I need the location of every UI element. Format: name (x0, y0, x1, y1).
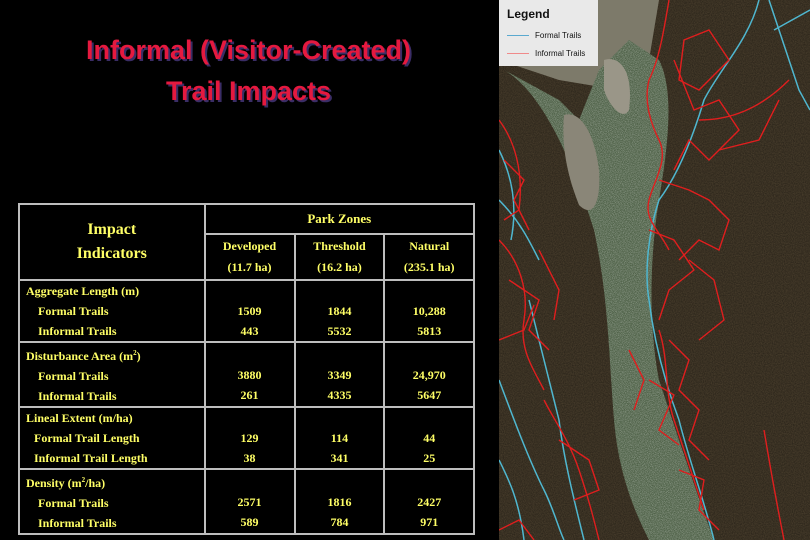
value: 5813 (417, 324, 442, 338)
value-cell-developed: 2571 589 (203, 468, 296, 535)
value: 5532 (327, 324, 352, 338)
legend-title: Legend (507, 7, 550, 21)
header-line-2: Indicators (76, 245, 147, 262)
legend-label: Formal Trails (535, 31, 582, 40)
value-cell-natural: 10,288 5813 (383, 279, 475, 343)
section-title: Density (m2/ha) (26, 476, 106, 490)
row-label: Formal Trail Length (34, 431, 140, 445)
legend-label: Informal Trails (535, 49, 586, 58)
title-line-2: Trail Impacts (165, 76, 332, 106)
value: 2571 (237, 494, 262, 509)
row-label: Informal Trails (38, 324, 117, 338)
value: 784 (330, 514, 349, 529)
impact-table: Impact Indicators Park Zones Developed (… (18, 203, 476, 535)
zone-name: Natural (409, 239, 450, 253)
section-disturbance-area: Disturbance Area (m2) Formal Trails Info… (18, 341, 475, 408)
section-title: Lineal Extent (m/ha) (26, 411, 133, 425)
row-label: Informal Trail Length (34, 451, 148, 465)
trail-map-aerial-image (499, 0, 810, 540)
value: 24,970 (412, 367, 446, 382)
value: 2427 (417, 494, 442, 509)
map-legend: Legend Formal Trails Informal Trails (499, 0, 598, 66)
zone-header-threshold: Threshold (16.2 ha) (293, 233, 386, 281)
section-title: Disturbance Area (m2) (26, 349, 141, 363)
zone-area: (235.1 ha) (403, 260, 455, 274)
zone-area: (16.2 ha) (317, 260, 362, 274)
value-cell-developed: 129 38 (203, 406, 296, 470)
value: 1509 (237, 304, 262, 318)
value: 1816 (327, 494, 352, 509)
value: 1844 (327, 304, 352, 318)
zone-area: (11.7 ha) (227, 260, 272, 274)
value: 971 (420, 514, 439, 529)
value: 443 (240, 324, 259, 338)
value: 3880 (237, 367, 262, 382)
row-label: Formal Trails (38, 369, 109, 383)
value-cell-natural: 2427 971 (383, 468, 475, 535)
value: 10,288 (412, 304, 446, 318)
zone-header-developed: Developed (11.7 ha) (203, 233, 296, 281)
formal-trail-line-icon (507, 35, 529, 36)
section-label-cell: Disturbance Area (m2) Formal Trails Info… (18, 341, 206, 408)
legend-item-formal-trails: Formal Trails (507, 31, 581, 40)
value-cell-threshold: 1844 5532 (293, 279, 386, 343)
legend-item-informal-trails: Informal Trails (507, 49, 585, 58)
value-cell-developed: 1509 443 (203, 279, 296, 343)
section-label-cell: Aggregate Length (m) Formal Trails Infor… (18, 279, 206, 343)
zone-header-natural: Natural (235.1 ha) (383, 233, 475, 281)
value-cell-developed: 3880 261 (203, 341, 296, 408)
value-cell-threshold: 1816 784 (293, 468, 386, 535)
value: 25 (423, 451, 436, 465)
header-line-1: Impact (87, 221, 137, 238)
value: 3349 (327, 367, 352, 382)
title-line-1: Informal (Visitor-Created) (85, 35, 412, 65)
value-cell-natural: 24,970 5647 (383, 341, 475, 408)
section-title: Aggregate Length (m) (26, 284, 140, 298)
section-density: Density (m2/ha) Formal Trails Informal T… (18, 468, 475, 535)
value-cell-threshold: 114 341 (293, 406, 386, 470)
value: 261 (240, 387, 259, 402)
value: 4335 (327, 387, 352, 402)
value: 589 (240, 514, 259, 529)
informal-trail-line-icon (507, 53, 529, 54)
zone-name: Threshold (313, 239, 366, 253)
section-label-cell: Density (m2/ha) Formal Trails Informal T… (18, 468, 206, 535)
value: 129 (240, 431, 259, 445)
row-label: Formal Trails (38, 304, 109, 318)
section-label-cell: Lineal Extent (m/ha) Formal Trail Length… (18, 406, 206, 470)
value: 341 (330, 451, 349, 465)
value: 114 (330, 431, 349, 445)
zone-name: Developed (222, 239, 277, 253)
value-cell-natural: 44 25 (383, 406, 475, 470)
value-cell-threshold: 3349 4335 (293, 341, 386, 408)
value: 5647 (417, 387, 442, 402)
value: 38 (243, 451, 256, 465)
impact-indicators-header: Impact Indicators (18, 203, 206, 281)
slide-title: Informal (Visitor-Created) Trail Impacts (0, 30, 497, 112)
row-label: Informal Trails (38, 389, 117, 403)
section-aggregate-length: Aggregate Length (m) Formal Trails Infor… (18, 279, 475, 343)
section-lineal-extent: Lineal Extent (m/ha) Formal Trail Length… (18, 406, 475, 470)
park-zones-header: Park Zones (203, 203, 476, 235)
row-label: Formal Trails (38, 496, 109, 510)
row-label: Informal Trails (38, 516, 117, 530)
value: 44 (423, 431, 436, 445)
